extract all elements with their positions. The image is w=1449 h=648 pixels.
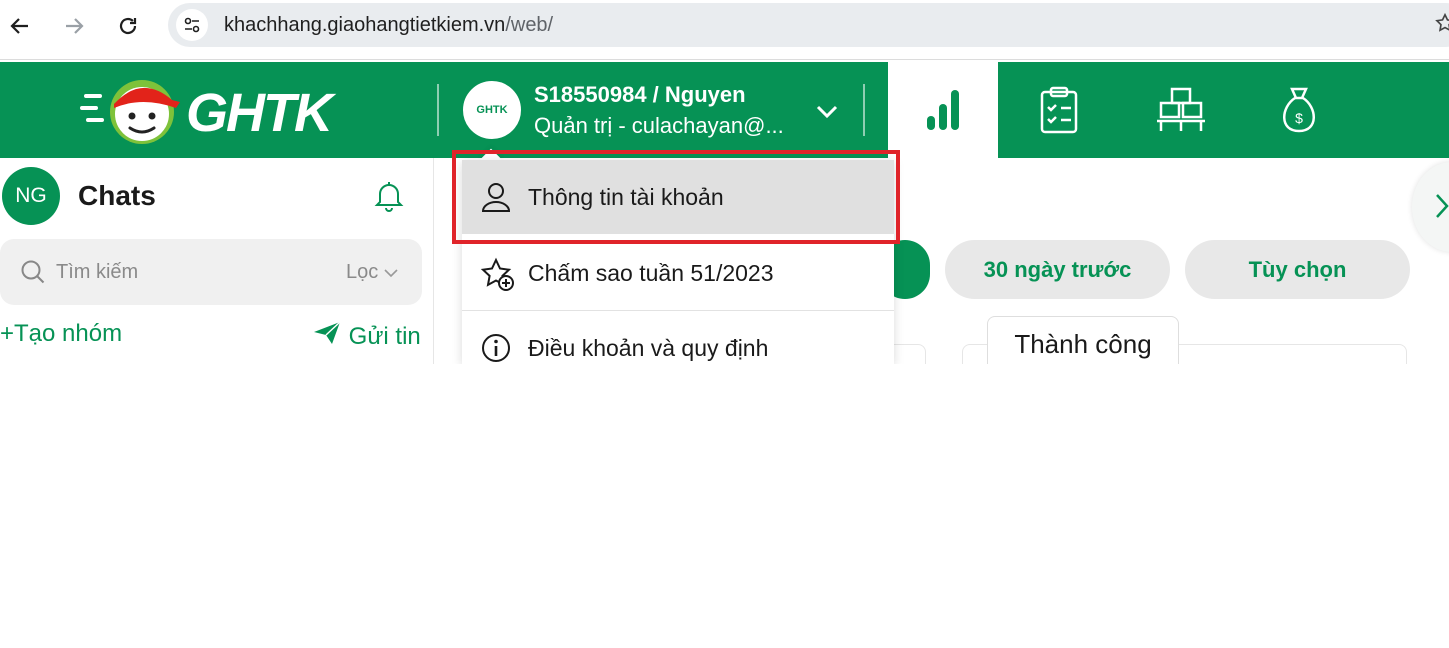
chat-sidebar: NG Chats Lọc +Tạo nhóm Gửi tin <box>0 158 434 364</box>
warehouse-tab[interactable] <box>1126 62 1236 158</box>
account-role[interactable]: Quản trị - culachayan@... <box>534 113 784 139</box>
create-group-button[interactable]: +Tạo nhóm <box>0 320 122 348</box>
paper-plane-icon <box>314 321 341 344</box>
filter-dropdown[interactable]: Lọc <box>346 261 398 284</box>
menu-item-terms[interactable]: Điều khoản và quy định <box>462 311 894 364</box>
app-header: GHTK GHTK S18550984 / Nguyen Quản trị - … <box>0 62 1449 158</box>
scroll-right-button[interactable] <box>1412 162 1449 252</box>
site-info-icon[interactable] <box>176 9 208 41</box>
bell-icon[interactable] <box>374 180 404 217</box>
chevron-down-icon <box>384 269 398 278</box>
reload-icon[interactable] <box>112 10 144 42</box>
search-box: Lọc <box>0 239 422 305</box>
account-avatar[interactable]: GHTK <box>461 79 523 141</box>
forward-icon[interactable] <box>58 10 90 42</box>
account-name[interactable]: S18550984 / Nguyen <box>534 82 746 108</box>
header-divider <box>863 84 865 136</box>
header-divider <box>437 84 439 136</box>
blank-area <box>0 364 1449 648</box>
bar-chart-icon <box>927 90 959 130</box>
filter-pill-30-days[interactable]: 30 ngày trước <box>945 240 1170 299</box>
send-message-button[interactable]: Gửi tin <box>312 320 421 351</box>
back-icon[interactable] <box>4 10 36 42</box>
chevron-right-icon <box>1434 192 1449 225</box>
money-bag-icon: $ <box>1283 87 1315 133</box>
boxes-icon <box>1157 87 1205 131</box>
filter-pill-custom[interactable]: Tùy chọn <box>1185 240 1410 299</box>
highlight-annotation-box <box>452 150 900 244</box>
menu-item-weekly-rating[interactable]: Chấm sao tuần 51/2023 <box>462 236 894 310</box>
ghtk-logo[interactable]: GHTK <box>80 74 350 146</box>
plus-icon: + <box>0 320 15 347</box>
card-tab-success[interactable]: Thành công <box>987 316 1179 364</box>
stats-tab[interactable] <box>888 62 998 158</box>
money-tab[interactable]: $ <box>1244 62 1354 158</box>
orders-tab[interactable] <box>1004 62 1114 158</box>
search-input[interactable] <box>56 239 326 305</box>
search-icon <box>20 259 46 290</box>
chats-title: Chats <box>78 180 156 211</box>
address-bar[interactable]: khachhang.giaohangtietkiem.vn/web/ <box>168 3 1449 47</box>
bookmark-star-icon[interactable] <box>1434 12 1449 39</box>
user-avatar[interactable]: NG <box>2 167 60 225</box>
url-text: khachhang.giaohangtietkiem.vn/web/ <box>224 14 554 36</box>
star-plus-icon <box>480 257 516 298</box>
logo-text: GHTK <box>186 83 333 143</box>
svg-text:$: $ <box>1295 110 1303 126</box>
clipboard-check-icon <box>1040 86 1078 134</box>
chevron-down-icon[interactable] <box>812 96 842 131</box>
info-icon <box>480 332 512 364</box>
browser-toolbar: khachhang.giaohangtietkiem.vn/web/ <box>0 0 1449 60</box>
